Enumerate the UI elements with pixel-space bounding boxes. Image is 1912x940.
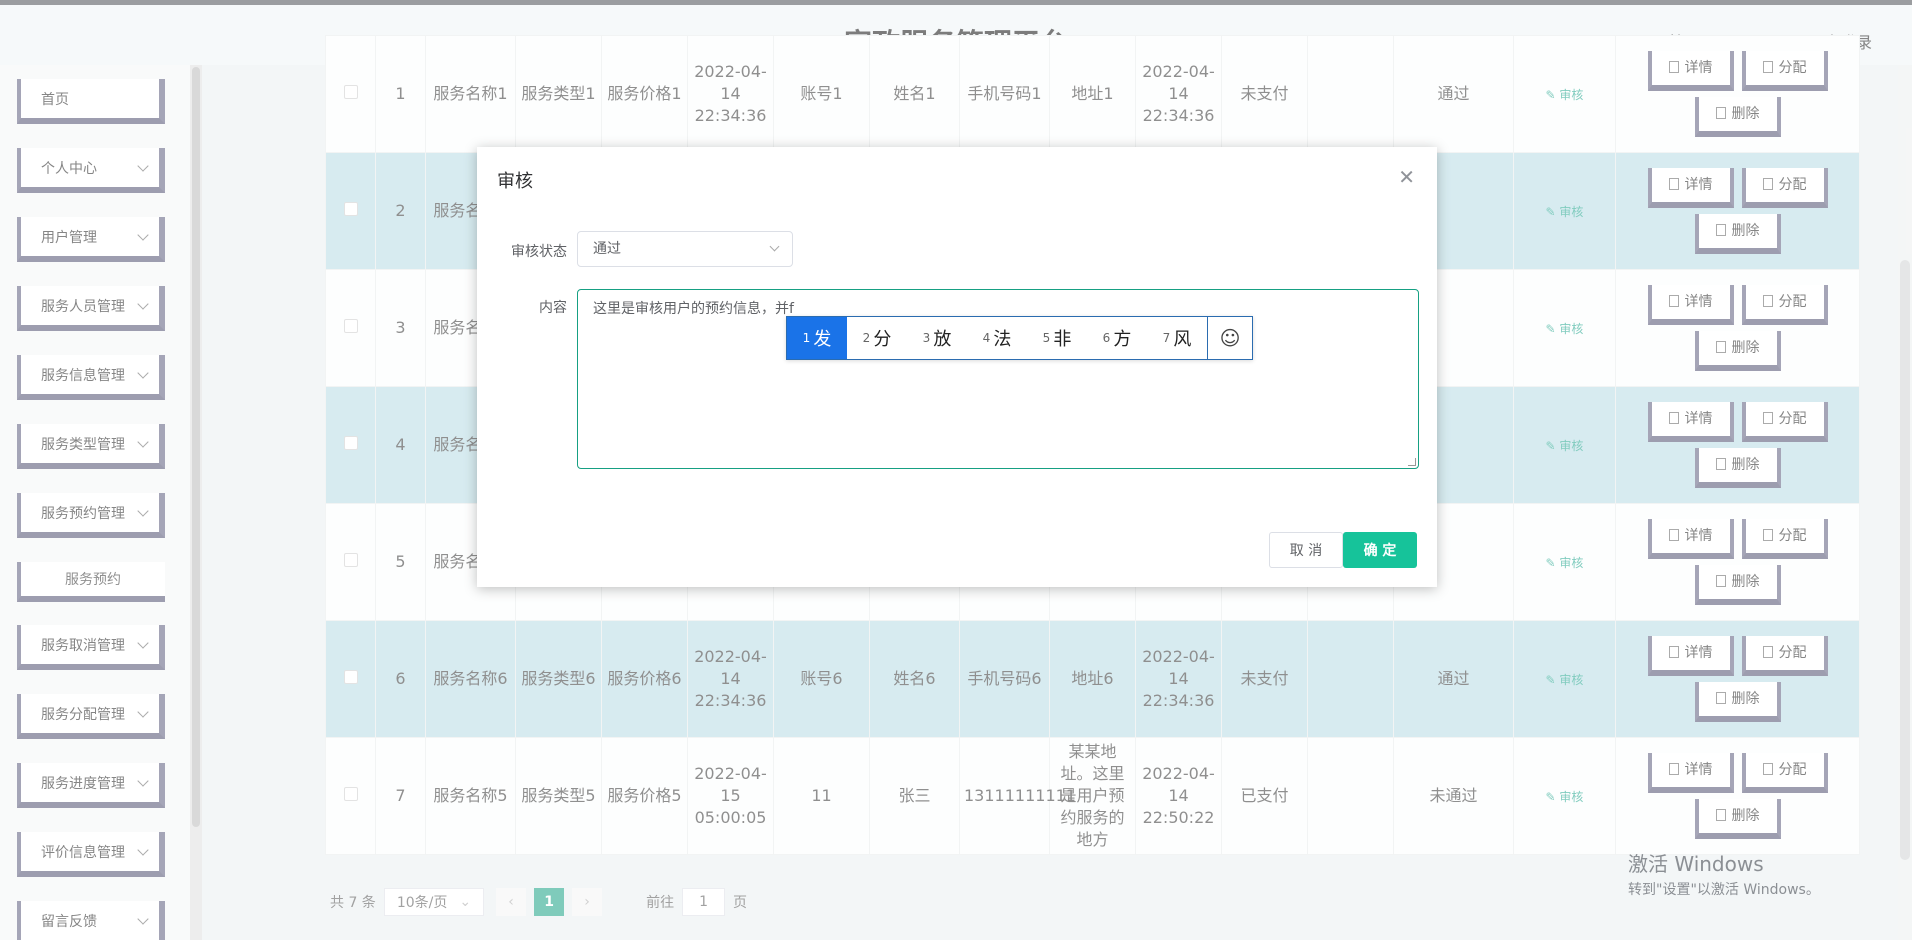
- ime-candidate-number: 2: [862, 331, 871, 345]
- ime-candidate-number: 3: [922, 331, 931, 345]
- cancel-button[interactable]: 取 消: [1269, 532, 1343, 568]
- ime-candidate-number: 1: [802, 331, 811, 345]
- watermark-line1: 激活 Windows: [1628, 852, 1764, 876]
- chevron-down-icon: [769, 241, 780, 252]
- ime-candidate-char: 分: [873, 329, 892, 350]
- ime-candidate-number: 7: [1162, 331, 1171, 345]
- close-icon[interactable]: ✕: [1398, 165, 1415, 189]
- content-text: 这里是审核用户的预约信息，并f: [593, 301, 794, 317]
- ime-candidate-number: 4: [982, 331, 991, 345]
- audit-status-value: 通过: [593, 241, 621, 257]
- ime-candidate-char: 非: [1053, 329, 1072, 350]
- ime-candidate[interactable]: 4法: [967, 317, 1027, 359]
- ime-candidate-char: 放: [933, 329, 952, 350]
- ime-candidate[interactable]: 2分: [847, 317, 907, 359]
- ime-candidate-number: 6: [1102, 331, 1111, 345]
- ime-candidate[interactable]: 7风: [1147, 317, 1207, 359]
- ime-candidate-char: 方: [1113, 329, 1132, 350]
- audit-status-select[interactable]: 通过: [577, 231, 793, 267]
- resize-handle-icon[interactable]: [1408, 458, 1416, 466]
- confirm-button[interactable]: 确 定: [1343, 532, 1417, 568]
- audit-status-label: 审核状态: [511, 244, 567, 260]
- content-label: 内容: [539, 300, 567, 316]
- watermark-line2: 转到"设置"以激活 Windows。: [1628, 882, 1820, 898]
- ime-candidate[interactable]: 6方: [1087, 317, 1147, 359]
- ime-candidate-number: 5: [1042, 331, 1051, 345]
- audit-dialog: 审核 ✕ 审核状态 通过 内容 这里是审核用户的预约信息，并f 取 消 确 定: [477, 147, 1437, 587]
- ime-candidate[interactable]: 3放: [907, 317, 967, 359]
- dialog-title: 审核: [497, 171, 533, 192]
- ime-candidate[interactable]: 5非: [1027, 317, 1087, 359]
- emoji-icon[interactable]: ☺: [1207, 317, 1252, 359]
- windows-activation-watermark: 激活 Windows 转到"设置"以激活 Windows。: [1628, 848, 1820, 899]
- ime-candidate-bar: 1 发 2 分 3 放 4 法 5 非 6 方 7 风 ☺: [786, 316, 1253, 360]
- ime-candidate-char: 发: [813, 329, 832, 350]
- ime-candidate[interactable]: 1发: [787, 317, 847, 359]
- ime-candidate-char: 风: [1173, 329, 1192, 350]
- ime-candidate-char: 法: [993, 329, 1012, 350]
